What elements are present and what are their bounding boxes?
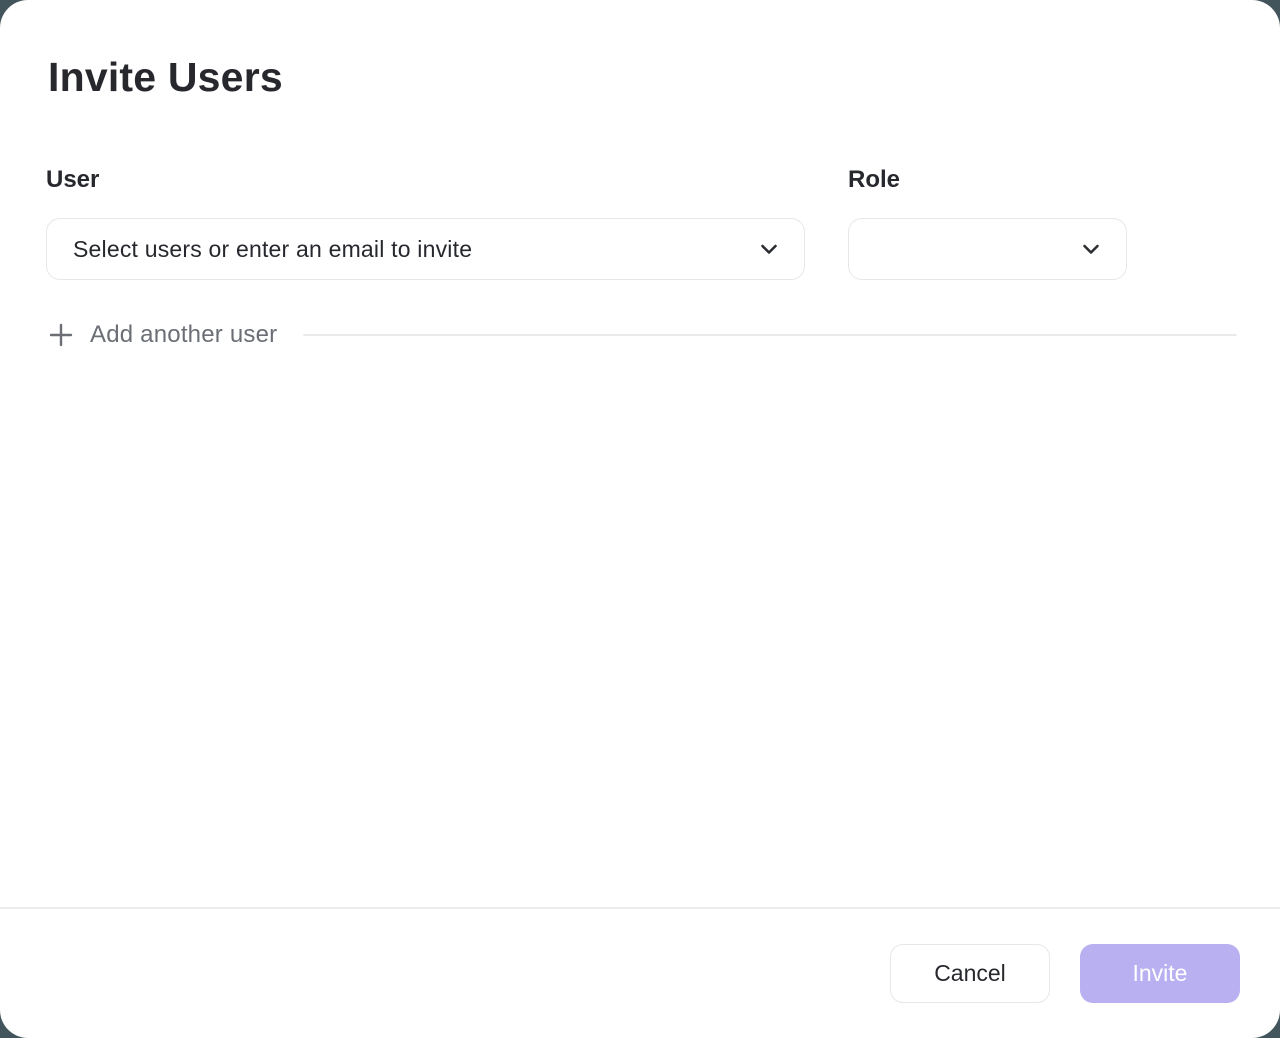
divider <box>303 334 1237 336</box>
invite-button[interactable]: Invite <box>1080 944 1240 1003</box>
user-field-label: User <box>46 166 99 194</box>
role-select[interactable] <box>848 218 1127 280</box>
footer-divider <box>0 907 1280 909</box>
user-select-placeholder: Select users or enter an email to invite <box>73 236 756 263</box>
chevron-down-icon <box>1078 236 1104 262</box>
page-title: Invite Users <box>48 54 283 101</box>
cancel-button[interactable]: Cancel <box>890 944 1050 1003</box>
plus-icon <box>46 320 76 350</box>
user-select[interactable]: Select users or enter an email to invite <box>46 218 805 280</box>
add-another-user-button[interactable]: Add another user <box>46 316 1237 354</box>
invite-users-modal: Invite Users User Select users or enter … <box>0 0 1280 1038</box>
role-field-label: Role <box>848 166 900 194</box>
chevron-down-icon <box>756 236 782 262</box>
add-another-user-label: Add another user <box>90 321 277 349</box>
